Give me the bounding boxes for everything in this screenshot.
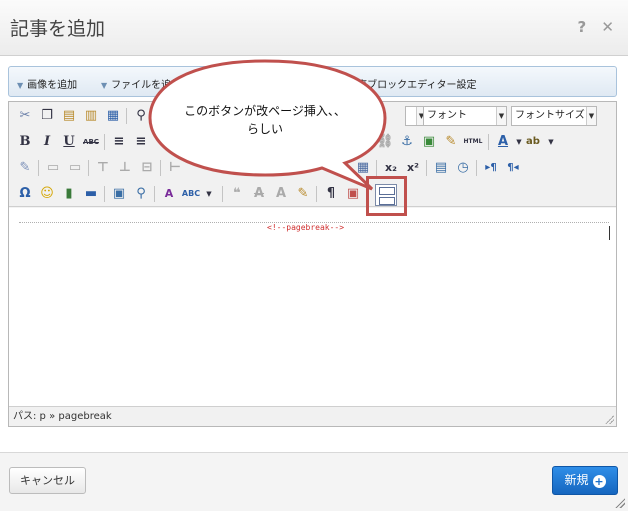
callout-line-2: らしい: [246, 122, 283, 136]
dialog-footer: キャンセル 新規 +: [0, 452, 628, 511]
plus-circle-icon: +: [592, 475, 606, 488]
new-button[interactable]: 新規 +: [552, 466, 618, 495]
dialog-resize-grip[interactable]: [614, 497, 625, 508]
callout-bubble: [148, 59, 387, 191]
new-button-label: 新規: [564, 473, 589, 487]
callout-line-1: このボタンが改ページ挿入、、: [184, 104, 346, 118]
callout-text: このボタンが改ページ挿入、、 らしい: [158, 102, 372, 138]
cancel-button[interactable]: キャンセル: [9, 467, 86, 494]
